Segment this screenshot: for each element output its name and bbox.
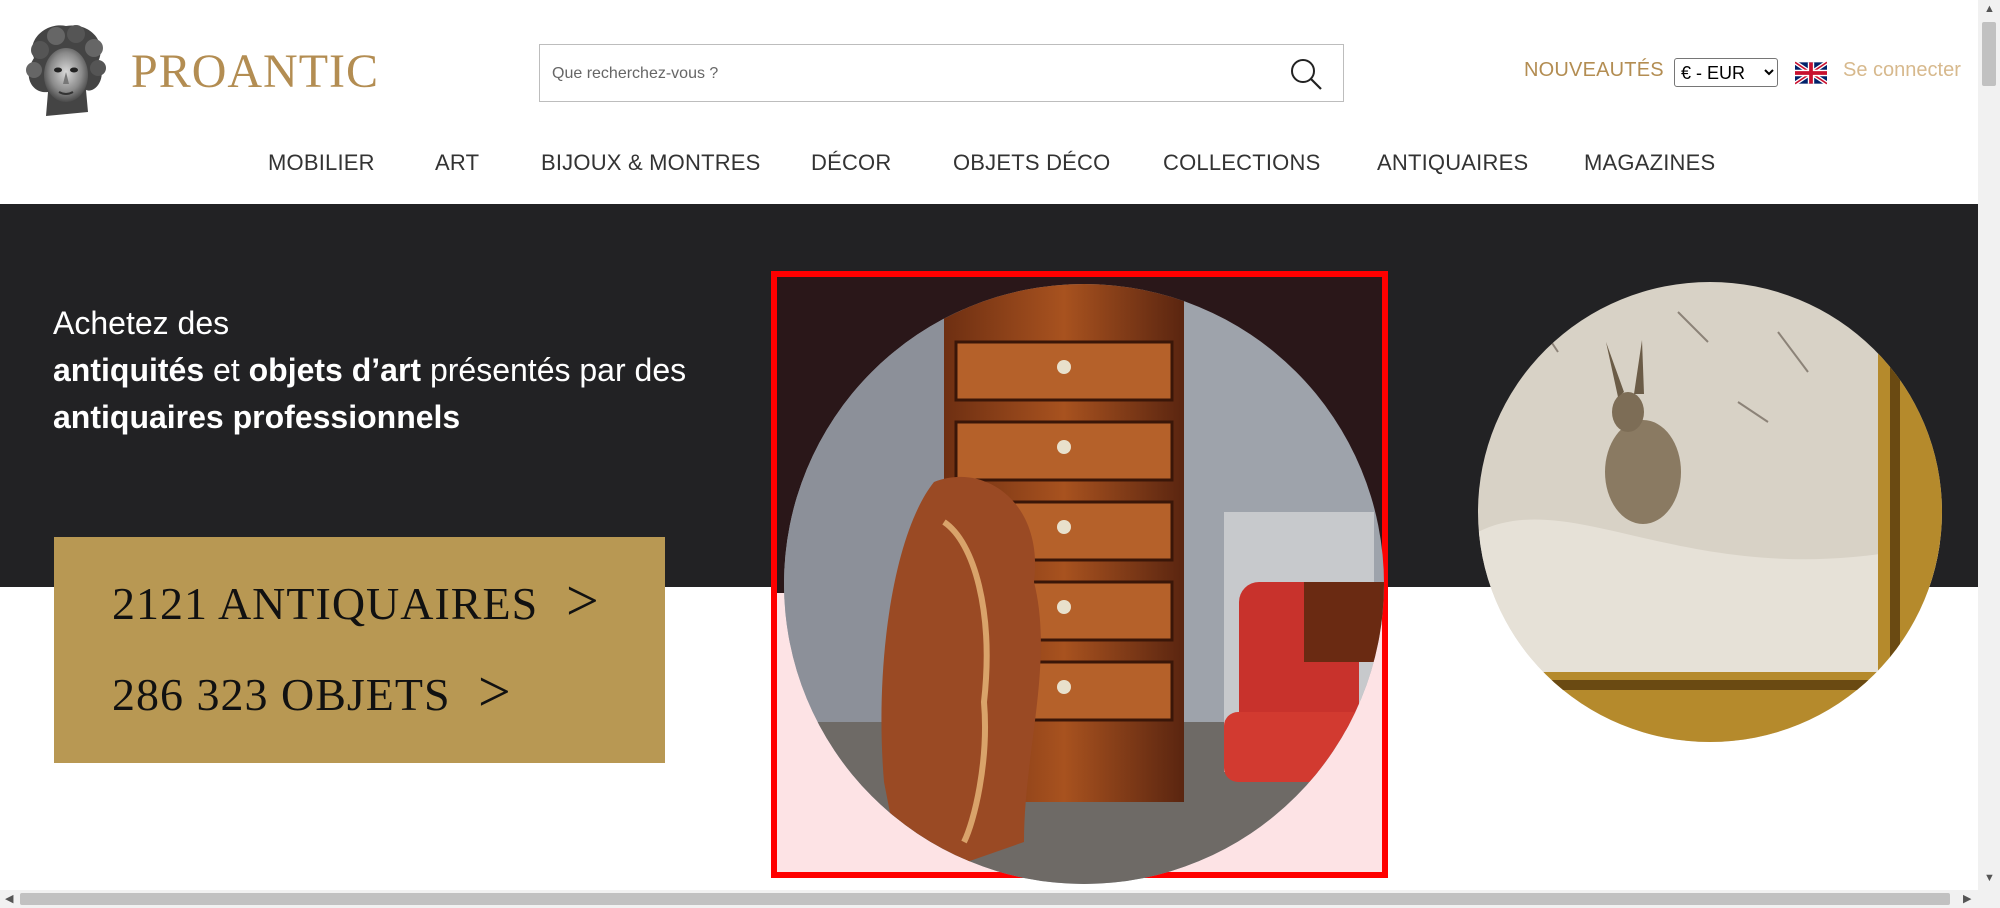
nav-item-objets-deco[interactable]: OBJETS DÉCO [953, 150, 1110, 176]
dealers-count-link[interactable]: 2121 ANTIQUAIRES [112, 577, 538, 630]
search-box [539, 44, 1344, 103]
hero-text-presentes: présentés par des [421, 352, 687, 388]
new-arrivals-link[interactable]: NOUVEAUTÉS [1524, 59, 1664, 82]
hero-line-3: antiquaires professionnels [53, 394, 773, 441]
hero-line-2: antiquités et objets d’art présentés par… [53, 347, 773, 394]
currency-select[interactable]: € - EUR [1674, 58, 1778, 87]
hero-tagline: Achetez des antiquités et objets d’art p… [53, 300, 773, 441]
horizontal-scrollbar[interactable]: ◀ ▶ [0, 890, 2000, 908]
furniture-image[interactable] [784, 282, 1401, 884]
scroll-right-icon[interactable]: ▶ [1963, 892, 1971, 905]
logo-bust-icon[interactable] [16, 20, 116, 120]
stats-box: 2121 ANTIQUAIRES > 286 323 OBJETS > [54, 537, 665, 763]
nav-item-decor[interactable]: DÉCOR [811, 150, 891, 176]
chevron-right-icon[interactable]: > [566, 567, 599, 634]
nav-item-bijoux-montres[interactable]: BIJOUX & MONTRES [541, 150, 761, 176]
horizontal-scroll-thumb[interactable] [20, 893, 1950, 905]
nav-item-art[interactable]: ART [435, 150, 479, 176]
vertical-scrollbar[interactable]: ▲ ▼ [1978, 0, 2000, 890]
hero-bold-antiquaires: antiquaires professionnels [53, 399, 461, 435]
scroll-left-icon[interactable]: ◀ [5, 892, 13, 905]
nav-item-antiquaires[interactable]: ANTIQUAIRES [1377, 150, 1528, 176]
uk-flag-icon[interactable] [1795, 61, 1827, 85]
scroll-up-icon[interactable]: ▲ [1984, 3, 1995, 15]
nav-item-mobilier[interactable]: MOBILIER [268, 150, 375, 176]
search-icon[interactable] [1289, 57, 1323, 91]
nav-item-collections[interactable]: COLLECTIONS [1163, 150, 1320, 176]
objects-count-link[interactable]: 286 323 OBJETS [112, 668, 451, 721]
brand-logo-text[interactable]: PROANTIC [131, 44, 379, 99]
hero-line-1: Achetez des [53, 305, 230, 341]
hero-text-et: et [204, 352, 249, 388]
nav-item-magazines[interactable]: MAGAZINES [1584, 150, 1715, 176]
hero-bold-antiquites: antiquités [53, 352, 205, 388]
login-link[interactable]: Se connecter [1843, 59, 1961, 82]
hero-bold-objets-art: objets d’art [248, 352, 422, 388]
main-nav: MOBILIER ART BIJOUX & MONTRES DÉCOR OBJE… [0, 150, 1978, 184]
scroll-down-icon[interactable]: ▼ [1984, 872, 1995, 884]
vertical-scroll-thumb[interactable] [1982, 22, 1996, 86]
chevron-right-icon[interactable]: > [478, 658, 511, 725]
search-input[interactable] [550, 45, 1274, 103]
hare-painting-image[interactable] [1478, 282, 1943, 742]
